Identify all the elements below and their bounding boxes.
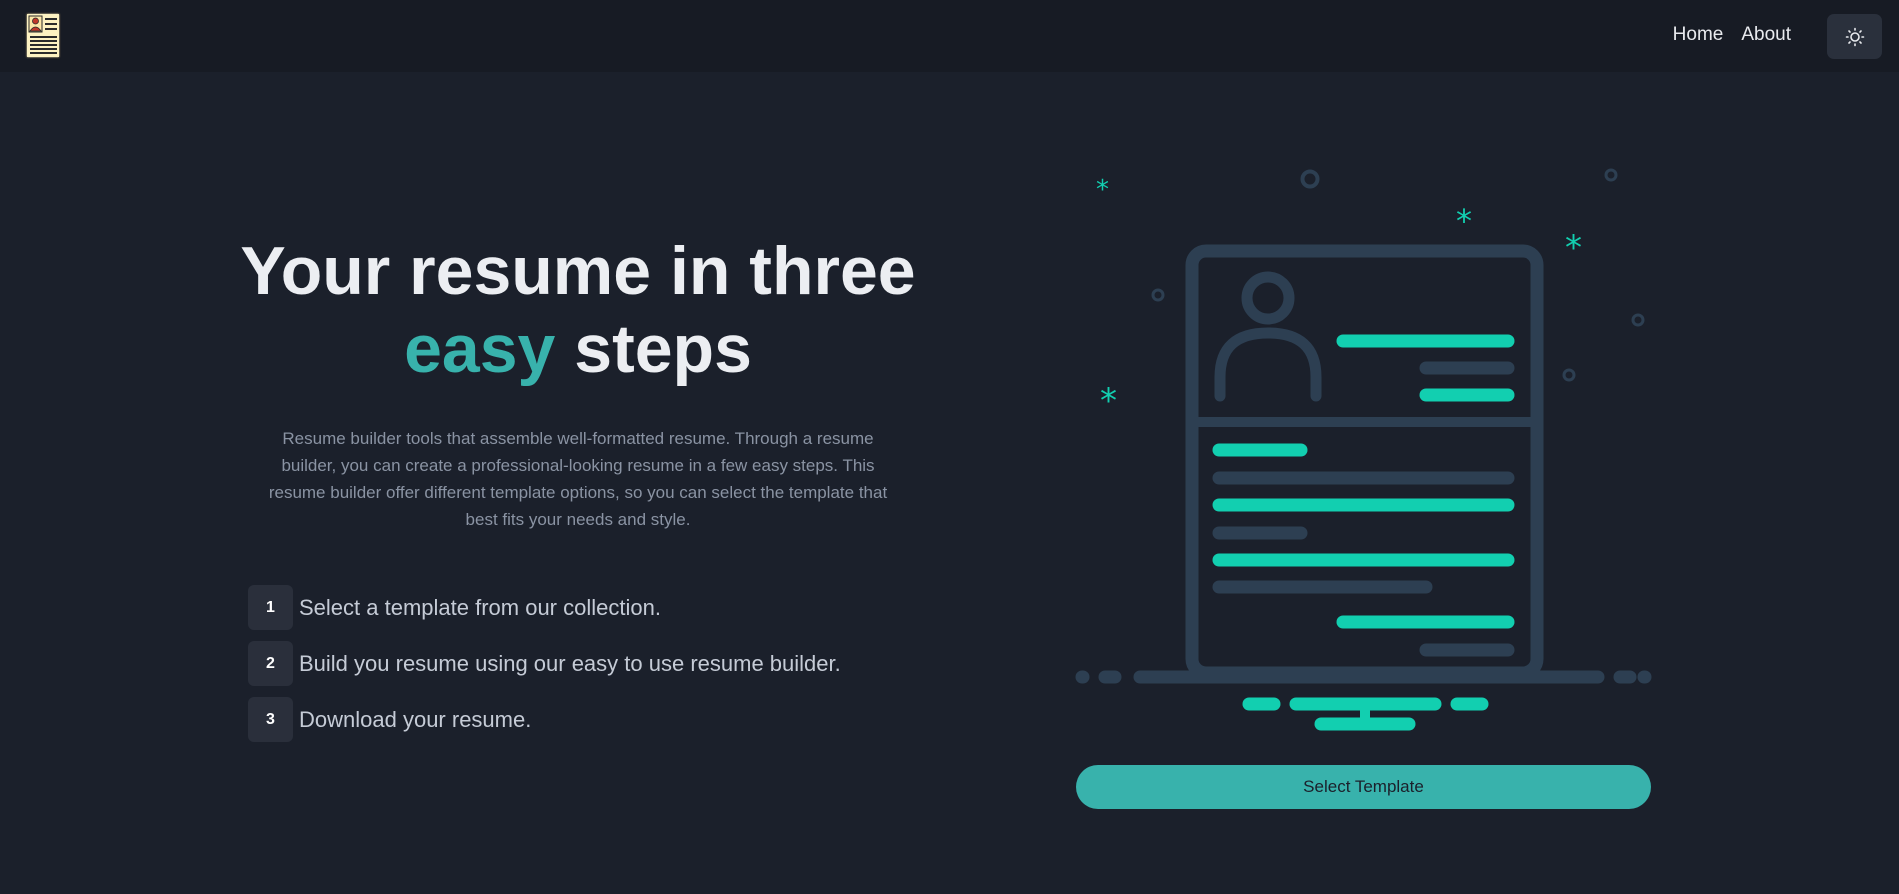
svg-text:*: * xyxy=(1565,228,1582,268)
step-text: Select a template from our collection. xyxy=(299,594,661,620)
hero-title-accent: easy xyxy=(404,311,556,387)
nav-home-link[interactable]: Home xyxy=(1673,24,1724,46)
step-number-badge: 2 xyxy=(248,641,293,686)
step-text: Download your resume. xyxy=(299,706,532,732)
hero-title-line1: Your resume in three xyxy=(240,233,916,309)
step-number-badge: 1 xyxy=(248,585,293,630)
select-template-button[interactable]: Select Template xyxy=(1076,765,1651,809)
step-item: 3 Download your resume. xyxy=(248,697,948,742)
hero-description: Resume builder tools that assemble well-… xyxy=(268,429,888,529)
sparkle-decorations: * * * * xyxy=(1096,168,1645,421)
step-item: 1 Select a template from our collection. xyxy=(248,585,948,630)
step-number-badge: 3 xyxy=(248,697,293,742)
hero-title-rest: steps xyxy=(555,311,752,387)
nav-about-link[interactable]: About xyxy=(1741,24,1791,46)
hero-title: Your resume in three easy steps xyxy=(228,232,928,388)
step-text: Build you resume using our easy to use r… xyxy=(299,650,841,676)
step-item: 2 Build you resume using our easy to use… xyxy=(248,641,948,686)
sun-icon xyxy=(1845,27,1864,46)
steps-list: 1 Select a template from our collection.… xyxy=(248,585,948,753)
resume-logo-icon[interactable] xyxy=(25,12,61,59)
navbar: Home About xyxy=(0,0,1899,72)
resume-illustration: * * * * xyxy=(1075,168,1652,731)
illustration-ground xyxy=(1075,670,1652,731)
svg-text:*: * xyxy=(1096,175,1109,205)
theme-toggle-button[interactable] xyxy=(1827,14,1882,59)
nav-links: Home About xyxy=(1673,24,1791,46)
resume-document xyxy=(1185,244,1544,680)
svg-text:*: * xyxy=(1100,381,1117,421)
svg-text:*: * xyxy=(1456,202,1472,240)
